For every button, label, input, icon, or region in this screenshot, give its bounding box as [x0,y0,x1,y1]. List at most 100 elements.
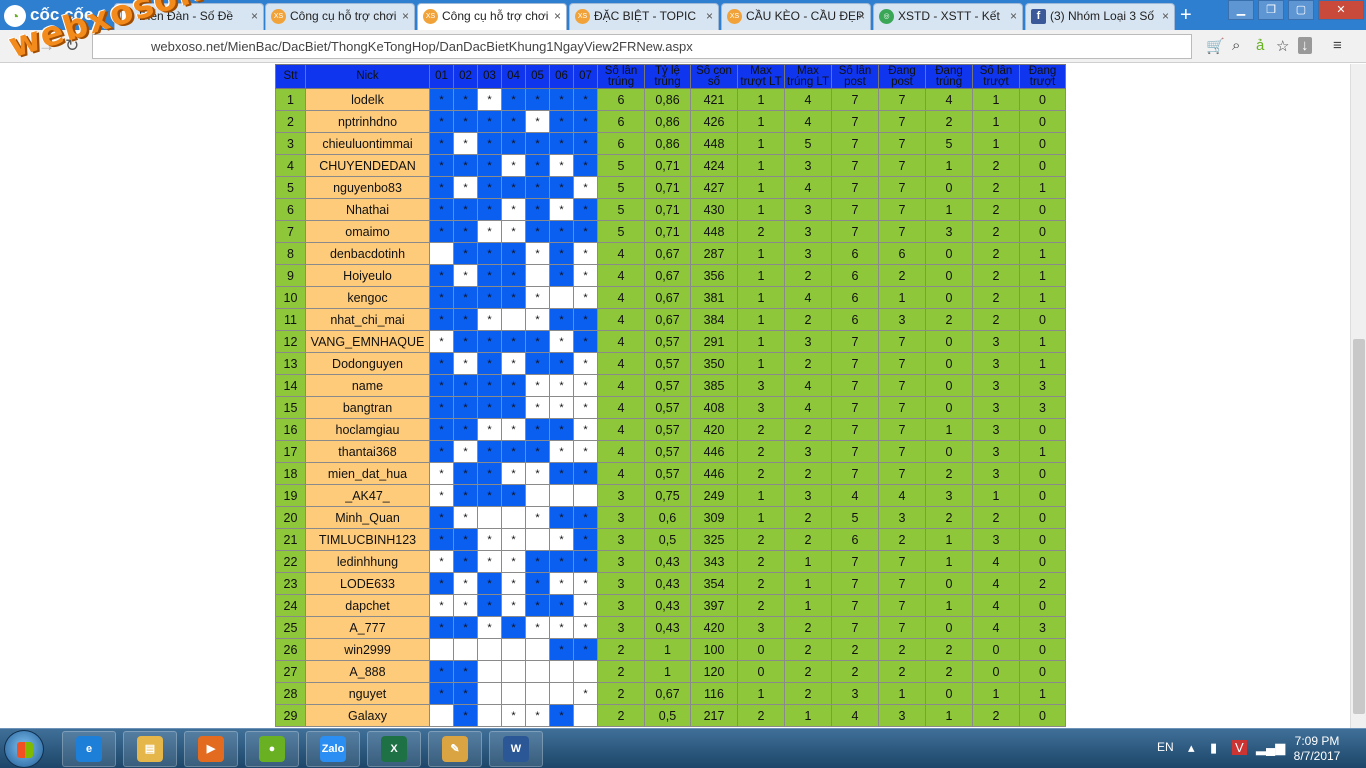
nick-cell[interactable]: TIMLUCBINH123 [305,528,430,551]
network-icon[interactable]: ▂▄▆ [1256,740,1285,756]
taskbar-app[interactable]: X [367,731,421,767]
nick-cell[interactable]: thantai368 [305,440,430,463]
tab-2[interactable]: XS Công cụ hỗ trợ chơi × [265,3,415,30]
restore-button[interactable]: ❐ [1258,0,1284,20]
window-extra-button[interactable]: ▢ [1288,0,1314,20]
column-header[interactable]: Max trượt LT [737,64,785,89]
start-button[interactable] [4,730,44,768]
nick-cell[interactable]: lodelk [305,88,430,111]
download-icon[interactable]: ↓ [1298,37,1312,54]
column-header[interactable]: Nick [305,64,430,89]
clock[interactable]: 7:09 PM 8/7/2017 [1282,734,1352,764]
language-indicator[interactable]: EN [1157,740,1174,754]
nick-cell[interactable]: win2999 [305,638,430,661]
column-header[interactable]: Đang trượt [1019,64,1066,89]
tab-4[interactable]: XS ĐẶC BIỆT - TOPIC × [569,3,719,30]
column-header[interactable]: Stt [275,64,306,89]
bookmark-star-icon[interactable]: ☆ [1276,37,1289,55]
day-mark-hit: * [429,374,454,397]
taskbar-app[interactable]: W [489,731,543,767]
stat-cell: 0 [1019,110,1066,133]
column-header[interactable]: Max trúng LT [784,64,832,89]
nick-cell[interactable]: Dodonguyen [305,352,430,375]
nick-cell[interactable]: omaimo [305,220,430,243]
nick-cell[interactable]: denbacdotinh [305,242,430,265]
taskbar-app[interactable]: ▶ [184,731,238,767]
nick-cell[interactable]: chieuluontimmai [305,132,430,155]
column-header[interactable]: 03 [477,64,502,89]
column-header[interactable]: 04 [501,64,526,89]
tab-close-icon[interactable]: × [706,4,713,29]
close-window-button[interactable]: ✕ [1318,0,1364,20]
column-header[interactable]: 02 [453,64,478,89]
column-header[interactable]: Số lần trượt [972,64,1020,89]
nick-cell[interactable]: kengoc [305,286,430,309]
column-header[interactable]: 01 [429,64,454,89]
nick-cell[interactable]: A_888 [305,660,430,683]
nick-cell[interactable]: nptrinhdno [305,110,430,133]
day-mark-hit: * [429,132,454,155]
nick-cell[interactable]: hoclamgiau [305,418,430,441]
taskbar-app[interactable]: e [62,731,116,767]
menu-icon[interactable]: ≡ [1333,37,1342,54]
column-header[interactable]: 05 [525,64,550,89]
taskbar-app[interactable]: ● [245,731,299,767]
stat-cell: 1 [737,154,785,177]
stat-cell: 3 [784,330,832,353]
nick-cell[interactable]: nguyenbo83 [305,176,430,199]
column-header[interactable]: Số lần post [831,64,879,89]
column-header[interactable]: Số lần trúng [597,64,645,89]
translate-icon[interactable]: ả [1256,37,1264,54]
tab-close-icon[interactable]: × [402,4,409,29]
tab-close-icon[interactable]: × [251,4,258,29]
nick-cell[interactable]: A_777 [305,616,430,639]
nick-cell[interactable]: ledinhhung [305,550,430,573]
stat-cell: 0,57 [644,352,691,375]
column-header[interactable]: 06 [549,64,574,89]
tab-5[interactable]: XS CẦU KÈO - CẦU ĐẸP × [721,3,871,30]
nick-cell[interactable]: Minh_Quan [305,506,430,529]
tab-6[interactable]: ◎ XSTD - XSTT - Kết × [873,3,1023,30]
tray-arrow-icon[interactable]: ▴ [1188,740,1195,756]
stat-cell: 381 [690,286,738,309]
taskbar-app[interactable]: ✎ [428,731,482,767]
tab-3[interactable]: XS Công cụ hỗ trợ chơi × [417,3,567,30]
nick-cell[interactable]: nhat_chi_mai [305,308,430,331]
scroll-thumb[interactable] [1353,339,1365,714]
tray-app-icon[interactable]: ▮ [1210,740,1217,756]
nick-cell[interactable]: nguyet [305,682,430,705]
nick-cell[interactable]: Hoiyeulo [305,264,430,287]
stat-cell: 2 [831,660,879,683]
tab-close-icon[interactable]: × [1010,4,1017,29]
nick-cell[interactable]: name [305,374,430,397]
taskbar-app[interactable]: ▤ [123,731,177,767]
tab-close-icon[interactable]: × [1162,4,1169,29]
column-header[interactable]: 07 [573,64,598,89]
day-mark-hit: * [501,484,526,507]
nick-cell[interactable]: LODE633 [305,572,430,595]
nick-cell[interactable]: mien_dat_hua [305,462,430,485]
vertical-scrollbar[interactable] [1350,64,1366,728]
column-header[interactable]: Tỷ lệ trúng [644,64,691,89]
column-header[interactable]: Số con số [690,64,738,89]
zoom-icon[interactable]: ⌕ [1232,37,1240,54]
nick-cell[interactable]: bangtran [305,396,430,419]
nick-cell[interactable]: Galaxy [305,704,430,727]
nick-cell[interactable]: dapchet [305,594,430,617]
column-header[interactable]: Đang trúng [925,64,973,89]
nick-cell[interactable]: VANG_EMNHAQUE [305,330,430,353]
tab-close-icon[interactable]: × [554,4,561,29]
minimize-button[interactable]: ▁ [1228,0,1254,20]
nick-cell[interactable]: _AK47_ [305,484,430,507]
tab-close-icon[interactable]: × [858,4,865,29]
column-header[interactable]: Đang post [878,64,926,89]
address-bar[interactable]: webxoso.net/MienBac/DacBiet/ThongKeTongH… [92,34,1192,59]
tab-7[interactable]: f (3) Nhóm Loại 3 Số × [1025,3,1175,30]
new-tab-icon[interactable]: + [1180,4,1192,27]
stat-cell: 1 [972,682,1020,705]
nick-cell[interactable]: Nhathai [305,198,430,221]
antivirus-icon[interactable]: V [1232,740,1247,755]
cart-icon[interactable]: 🛒 [1206,37,1225,55]
nick-cell[interactable]: CHUYENDEDAN [305,154,430,177]
taskbar-app[interactable]: Zalo [306,731,360,767]
